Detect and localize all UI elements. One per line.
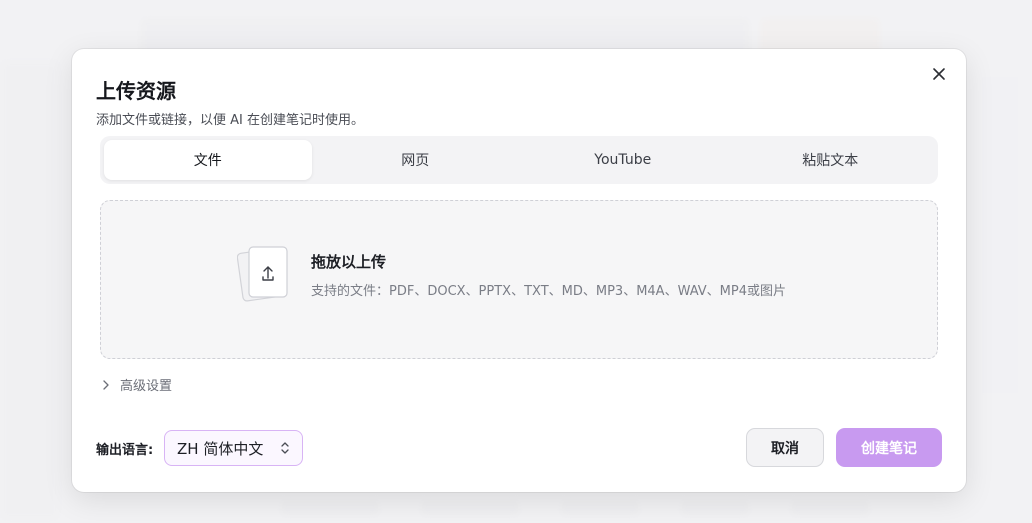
chevron-up-down-icon <box>280 441 290 455</box>
file-dropzone[interactable]: 拖放以上传 支持的文件：PDF、DOCX、PPTX、TXT、MD、MP3、M4A… <box>100 200 938 359</box>
dialog-title: 上传资源 <box>96 79 176 103</box>
output-language-value: ZH 简体中文 <box>177 439 264 458</box>
create-note-button[interactable]: 创建笔记 <box>836 428 942 467</box>
dialog-subtitle: 添加文件或链接，以便 AI 在创建笔记时使用。 <box>96 113 364 128</box>
file-upload-icon <box>237 246 288 302</box>
dropzone-supported-formats: 支持的文件：PDF、DOCX、PPTX、TXT、MD、MP3、M4A、WAV、M… <box>311 284 786 299</box>
output-language-select[interactable]: ZH 简体中文 <box>164 430 303 466</box>
tab-youtube[interactable]: YouTube <box>519 140 727 180</box>
advanced-settings-toggle[interactable]: 高级设置 <box>102 375 172 394</box>
source-tabs: 文件 网页 YouTube 粘贴文本 <box>100 136 938 184</box>
cancel-button[interactable]: 取消 <box>746 428 824 467</box>
tab-paste-text[interactable]: 粘贴文本 <box>727 140 935 180</box>
output-language-label: 输出语言: <box>96 443 154 458</box>
upload-resource-dialog: 上传资源 添加文件或链接，以便 AI 在创建笔记时使用。 文件 网页 YouTu… <box>72 49 966 492</box>
tab-file[interactable]: 文件 <box>104 140 312 180</box>
close-icon <box>933 68 945 80</box>
dropzone-title: 拖放以上传 <box>311 253 387 271</box>
advanced-settings-label: 高级设置 <box>120 379 173 394</box>
tab-webpage[interactable]: 网页 <box>312 140 520 180</box>
close-button[interactable] <box>928 63 950 85</box>
chevron-right-icon <box>103 379 109 390</box>
